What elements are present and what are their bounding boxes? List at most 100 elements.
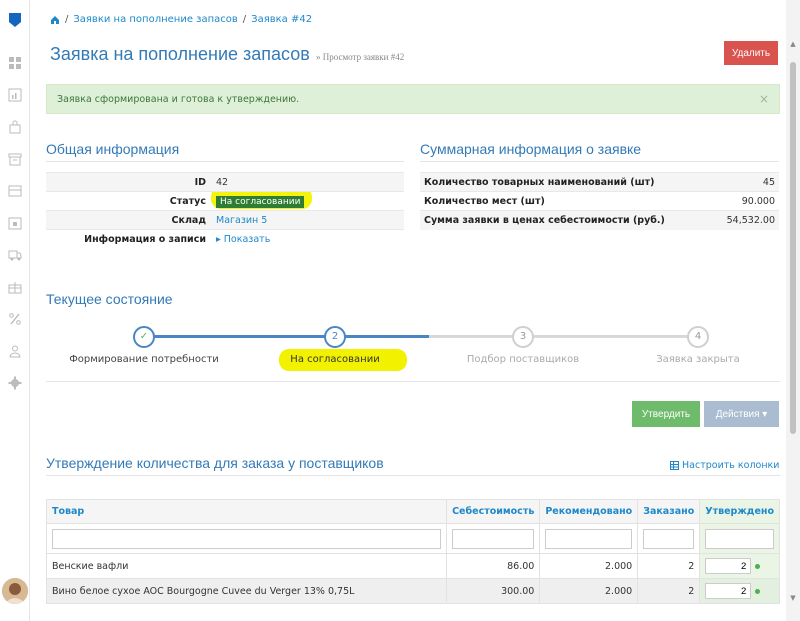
breadcrumb-separator: / [65,14,69,25]
filter-cell [45,523,448,554]
step-label: Формирование потребности [69,354,219,365]
summary-table: Количество товарных наименований (шт) 45… [420,172,779,230]
show-record-info-link[interactable]: ▸ Показать [212,229,404,249]
scroll-thumb[interactable] [790,62,796,434]
info-value: 42 [212,172,404,192]
success-alert: Заявка сформирована и готова к утвержден… [46,84,780,114]
info-key: Информация о записи [46,229,212,249]
filter-cost-input[interactable] [452,528,535,549]
filter-cell [446,523,541,554]
table-row: Вино белое сухое AOC Bourgogne Cuvee du … [45,578,780,604]
step-label: Подбор поставщиков [466,354,580,365]
step-label: Заявка закрыта [656,354,740,365]
cost-cell: 300.00 [446,578,541,604]
filter-approved-input[interactable] [705,528,774,549]
step-line-done [144,335,429,338]
archive-icon[interactable] [8,152,22,166]
gear-icon[interactable] [8,376,22,390]
configure-columns-link[interactable]: Настроить колонки [670,460,779,471]
step-1-check-icon: ✓ [133,326,155,348]
step-label: На согласовании [290,354,380,365]
close-icon[interactable]: × [759,92,769,106]
dashboard-icon[interactable] [8,56,22,70]
product-cell: Венские вафли [45,553,448,579]
info-row-id: ID 42 [46,172,404,192]
general-info-title: Общая информация [46,141,404,162]
status-badge: На согласовании [216,195,305,208]
info-key: Статус [46,191,212,211]
warehouse-link[interactable]: Магазин 5 [212,210,404,230]
summary-value: 90.000 [712,191,779,211]
info-row-record: Информация о записи ▸ Показать [46,229,404,249]
summary-value: 54,532.00 [712,210,779,230]
column-header-approved[interactable]: Утверждено [699,499,780,524]
step-2-circle: 2 [324,326,346,348]
scrollbar[interactable]: ▲ ▼ [786,0,800,621]
filter-product-input[interactable] [52,528,442,549]
configure-columns-label: Настроить колонки [682,460,780,471]
percent-icon[interactable] [8,312,22,326]
user-icon[interactable] [8,344,22,358]
scroll-up-icon[interactable]: ▲ [789,40,797,48]
current-state-title: Текущее состояние [46,291,173,307]
recommended-cell: 2.000 [539,553,639,579]
cost-cell: 86.00 [446,553,541,579]
page-title: Заявка на пополнение запасов [50,44,310,64]
actions-dropdown-button[interactable]: Действия ▾ [704,401,779,427]
avatar[interactable] [2,578,28,604]
delete-button[interactable]: Удалить [724,41,778,65]
summary-key: Количество товарных наименований (шт) [420,172,713,192]
filter-row [45,523,780,554]
filter-ordered-input[interactable] [643,528,695,549]
breadcrumb-item-current[interactable]: Заявка #42 [251,14,312,25]
breadcrumb-separator: / [242,14,247,25]
filter-recommended-input[interactable] [545,528,633,549]
step-line-pending [429,335,699,338]
approved-qty-input[interactable] [705,583,752,599]
table-header: Товар Себестоимость Рекомендовано Заказа… [45,499,780,524]
status-dot-icon [755,563,761,569]
column-header-cost[interactable]: Себестоимость [446,499,541,524]
column-header-product[interactable]: Товар [45,499,448,524]
product-cell: Вино белое сухое AOC Bourgogne Cuvee du … [45,578,448,604]
filter-cell [637,523,701,554]
recommended-cell: 2.000 [539,578,639,604]
sidebar [0,0,30,621]
page-subtitle: » Просмотр заявки #42 [316,52,405,62]
info-key: ID [46,172,212,192]
summary-key: Сумма заявки в ценах себестоимости (руб.… [420,210,713,230]
alert-text: Заявка сформирована и готова к утвержден… [57,94,300,105]
reports-icon[interactable] [8,88,22,102]
info-row-status: Статус На согласовании [46,191,404,211]
approval-table: Товар Себестоимость Рекомендовано Заказа… [45,499,780,604]
summary-key: Количество мест (шт) [420,191,713,211]
breadcrumb: / Заявки на пополнение запасов / Заявка … [50,14,312,25]
info-row-warehouse: Склад Магазин 5 [46,210,404,230]
ordered-cell: 2 [637,578,701,604]
approved-cell [699,553,780,579]
table-icon [670,461,679,470]
calendar-icon[interactable] [8,216,22,230]
step-4-circle: 4 [687,326,709,348]
summary-row: Количество мест (шт) 90.000 [420,191,779,211]
scroll-down-icon[interactable]: ▼ [789,594,797,602]
table-row: Венские вафли 86.00 2.000 2 [45,553,780,579]
summary-row: Сумма заявки в ценах себестоимости (руб.… [420,210,779,230]
approve-button[interactable]: Утвердить [632,401,700,427]
summary-value: 45 [712,172,779,192]
gift-icon[interactable] [8,280,22,294]
approved-qty-input[interactable] [705,558,752,574]
truck-icon[interactable] [8,248,22,262]
logo-icon[interactable] [8,12,22,28]
shopping-bag-icon[interactable] [8,120,22,134]
column-header-ordered[interactable]: Заказано [637,499,701,524]
summary-title: Суммарная информация о заявке [420,141,779,162]
home-icon[interactable] [50,15,60,25]
approved-cell [699,578,780,604]
summary-row: Количество товарных наименований (шт) 45 [420,172,779,192]
column-header-recommended[interactable]: Рекомендовано [539,499,639,524]
step-3-circle: 3 [512,326,534,348]
breadcrumb-item-requests[interactable]: Заявки на пополнение запасов [73,14,237,25]
general-info-table: ID 42 Статус На согласовании Склад Магаз… [46,172,404,249]
store-icon[interactable] [8,184,22,198]
